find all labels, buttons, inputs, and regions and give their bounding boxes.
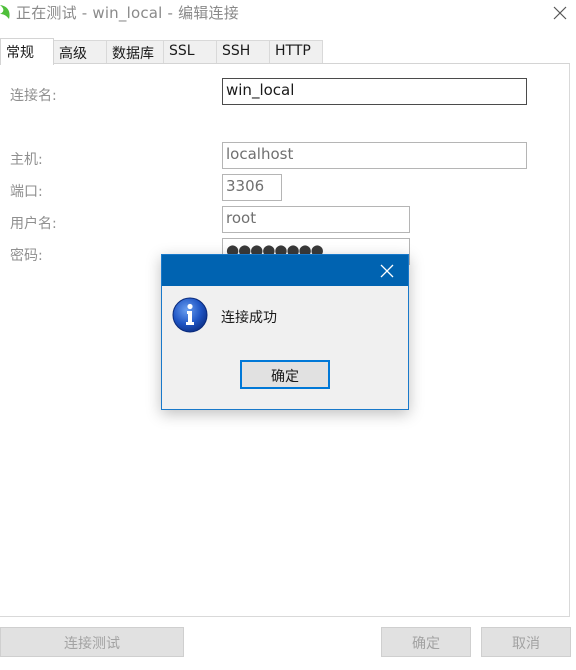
- edit-connection-window: 正在测试 - win_local - 编辑连接 常规 高级 数据库 SSL SS…: [0, 0, 576, 670]
- port-label: 端口:: [10, 184, 43, 200]
- connection-name-input[interactable]: win_local: [222, 78, 527, 105]
- info-icon: [172, 297, 208, 333]
- window-title: 正在测试 - win_local - 编辑连接: [16, 4, 239, 22]
- tab-bar: 常规 高级 数据库 SSL SSH HTTP: [0, 38, 576, 65]
- dialog-ok-button[interactable]: 确定: [240, 360, 330, 389]
- tab-databases[interactable]: 数据库: [106, 40, 164, 64]
- dialog-title-bar: [162, 255, 408, 286]
- dialog-message: 连接成功: [221, 310, 277, 326]
- tab-ssl[interactable]: SSL: [163, 40, 217, 64]
- dialog-close-icon[interactable]: [375, 260, 399, 282]
- cancel-button[interactable]: 取消: [481, 627, 571, 657]
- close-icon[interactable]: [548, 2, 572, 24]
- tab-general[interactable]: 常规: [0, 38, 54, 65]
- navicat-app-icon: [0, 5, 10, 19]
- test-connection-button[interactable]: 连接测试: [0, 627, 184, 657]
- connection-name-label: 连接名:: [10, 88, 57, 104]
- port-input[interactable]: 3306: [222, 174, 282, 201]
- username-label: 用户名:: [10, 216, 57, 232]
- password-label: 密码:: [10, 248, 43, 264]
- connection-success-dialog: 连接成功 确定: [161, 254, 409, 410]
- host-input[interactable]: localhost: [222, 142, 527, 169]
- host-label: 主机:: [10, 152, 43, 168]
- bottom-button-bar: 连接测试 确定 取消: [0, 617, 576, 670]
- tab-http[interactable]: HTTP: [269, 40, 323, 64]
- ok-button[interactable]: 确定: [381, 627, 471, 657]
- title-bar: 正在测试 - win_local - 编辑连接: [0, 0, 576, 26]
- tab-advanced[interactable]: 高级: [53, 40, 107, 64]
- tab-ssh[interactable]: SSH: [216, 40, 270, 64]
- username-input[interactable]: root: [222, 206, 410, 233]
